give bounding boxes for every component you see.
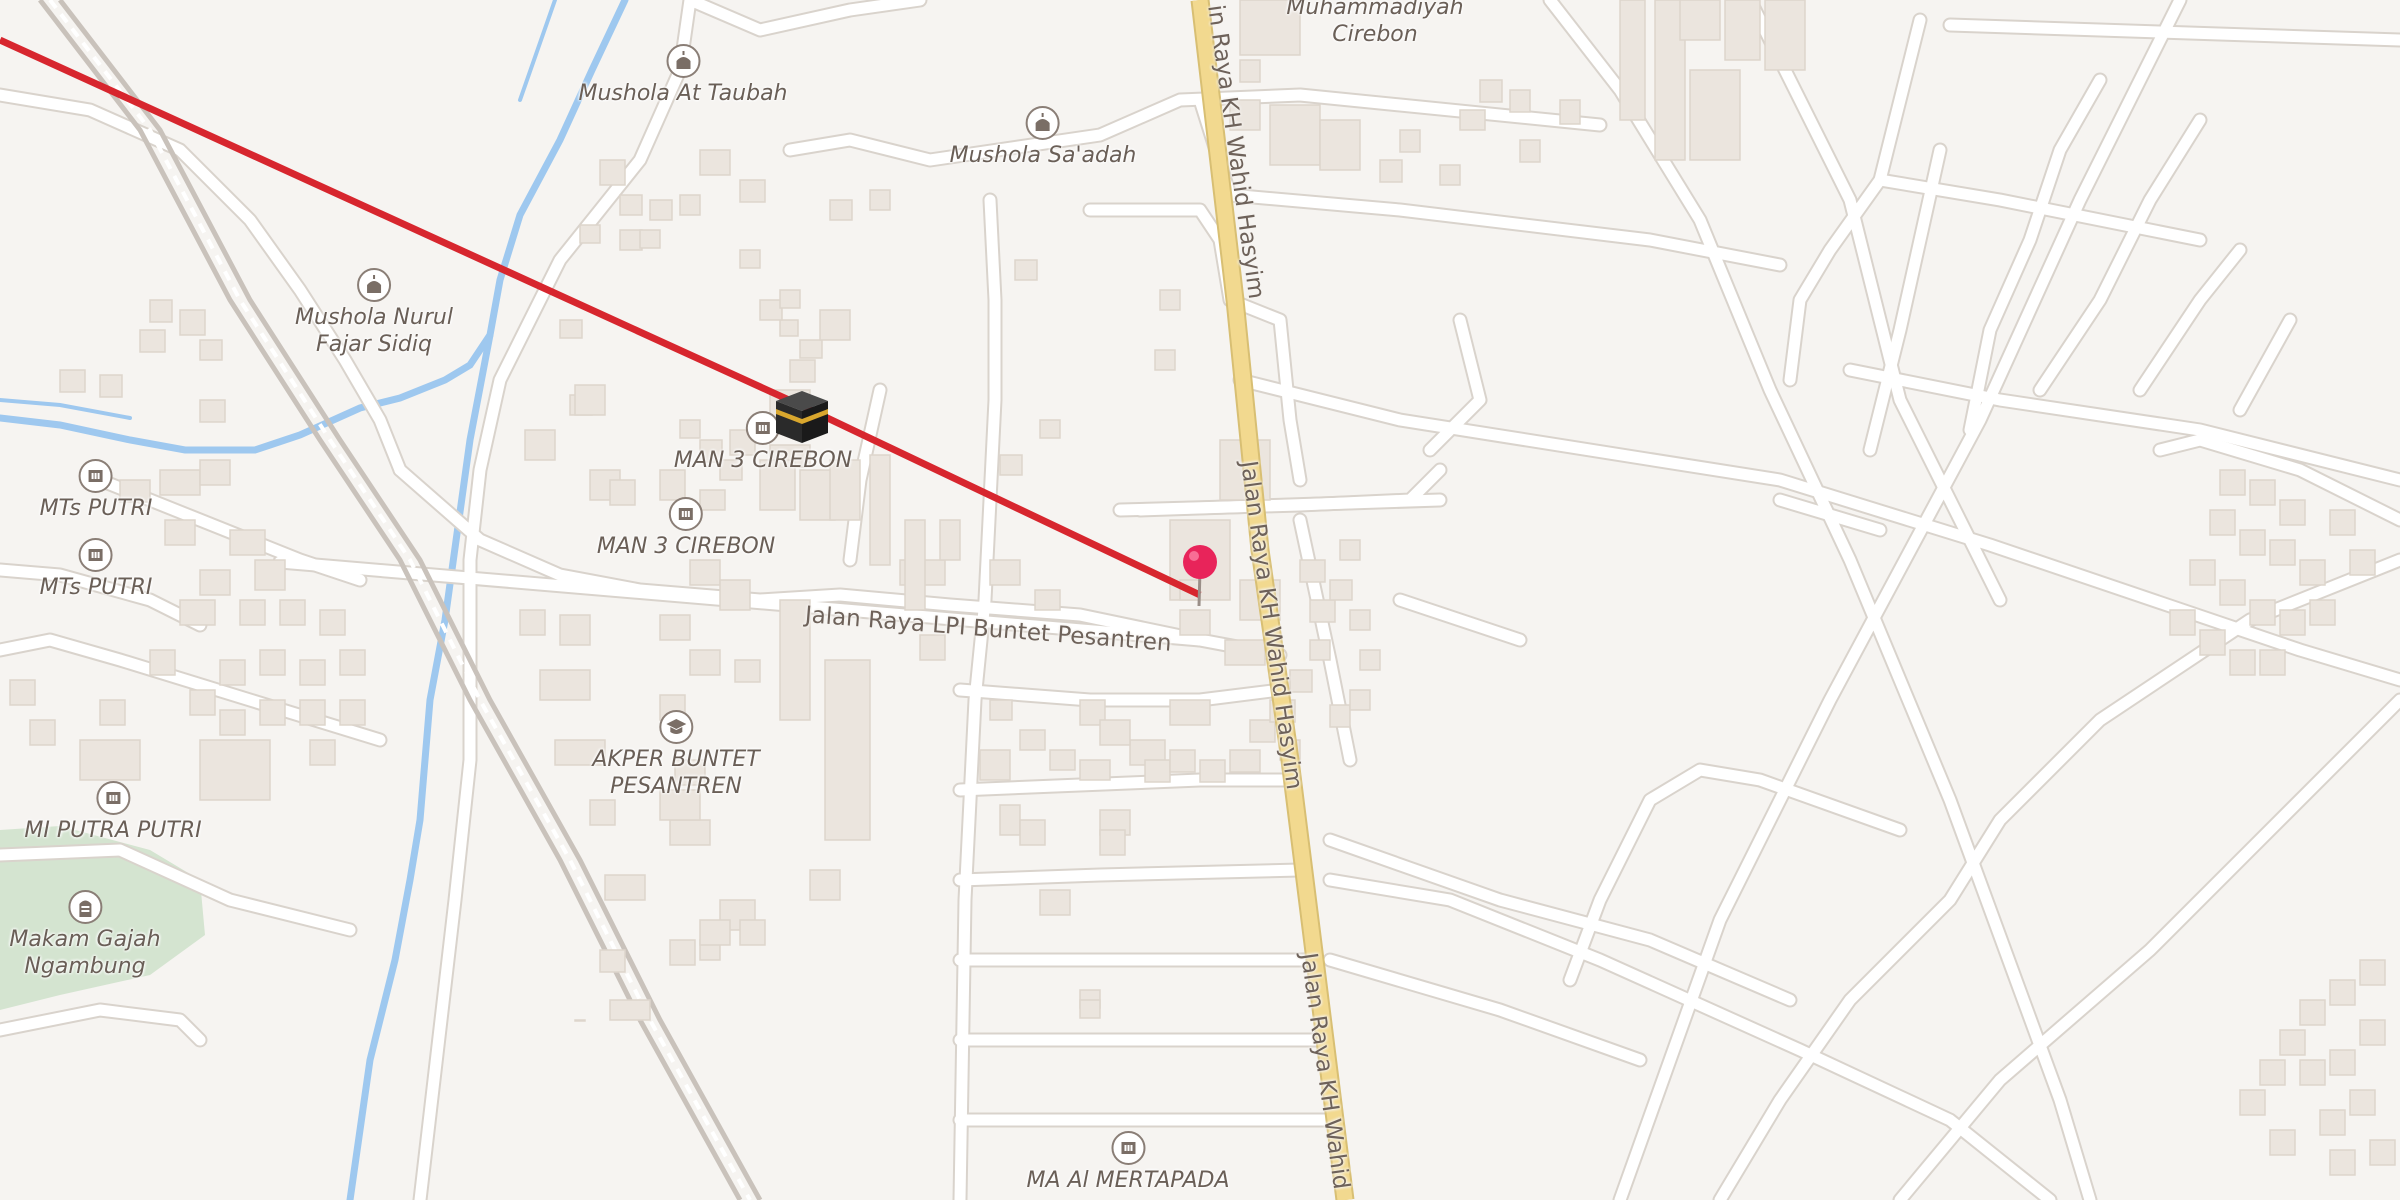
kaaba-marker[interactable]: [772, 388, 832, 446]
school-icon: [1111, 1131, 1145, 1165]
poi-mi-putra-putri[interactable]: MI PUTRA PUTRI: [24, 781, 202, 844]
poi-label: Makam Gajah Ngambung: [9, 927, 161, 979]
poi-man3-cirebon-b[interactable]: MAN 3 CIREBON: [597, 497, 775, 560]
cemetery-icon: [68, 890, 102, 924]
poi-mushola-saadah[interactable]: Mushola Sa'adah: [949, 106, 1137, 169]
poi-ma-al-mertapada[interactable]: MA Al MERTAPADA: [1026, 1131, 1230, 1194]
poi-label: MAN 3 CIREBON: [596, 534, 776, 559]
mosque-icon: [356, 268, 391, 302]
poi-muhammadiyah-cirebon[interactable]: Muhammadiyah Cirebon: [1286, 0, 1463, 48]
poi-mts-putri-a[interactable]: MTs PUTRI: [39, 459, 153, 522]
poi-akper-buntet-pesantren[interactable]: AKPER BUNTET PESANTREN: [592, 710, 760, 800]
school-icon: [669, 497, 703, 531]
poi-label: MTs PUTRI: [39, 575, 153, 600]
map-pin-icon: [1183, 545, 1217, 607]
poi-mushola-nurul-fajar-sidiq[interactable]: Mushola Nurul Fajar Sidiq: [295, 268, 453, 358]
poi-mts-putri-b[interactable]: MTs PUTRI: [39, 538, 153, 601]
school-icon: [78, 538, 113, 572]
poi-mushola-at-taubah[interactable]: Mushola At Taubah: [579, 44, 788, 107]
poi-label: Mushola Nurul Fajar Sidiq: [295, 305, 453, 357]
poi-label: AKPER BUNTET PESANTREN: [592, 747, 760, 799]
mosque-icon: [666, 44, 700, 78]
poi-label: MA Al MERTAPADA: [1026, 1168, 1230, 1193]
poi-label: MI PUTRA PUTRI: [24, 818, 202, 843]
poi-label: Muhammadiyah Cirebon: [1286, 0, 1464, 47]
poi-makam-gajah-ngambung[interactable]: Makam Gajah Ngambung: [9, 890, 161, 980]
mosque-icon: [1026, 106, 1060, 140]
graduation-cap-icon: [658, 710, 693, 744]
location-pin[interactable]: [1178, 540, 1222, 610]
poi-label: Mushola At Taubah: [578, 81, 788, 106]
school-icon: [96, 781, 130, 815]
poi-label: Mushola Sa'adah: [949, 143, 1137, 168]
poi-label: MAN 3 CIREBON: [673, 448, 853, 473]
poi-label: MTs PUTRI: [39, 496, 153, 521]
map-canvas[interactable]: Jalan Raya LPI Buntet Pesantren in Raya …: [0, 0, 2400, 1200]
kaaba-icon: [776, 391, 828, 443]
school-icon: [78, 459, 113, 493]
